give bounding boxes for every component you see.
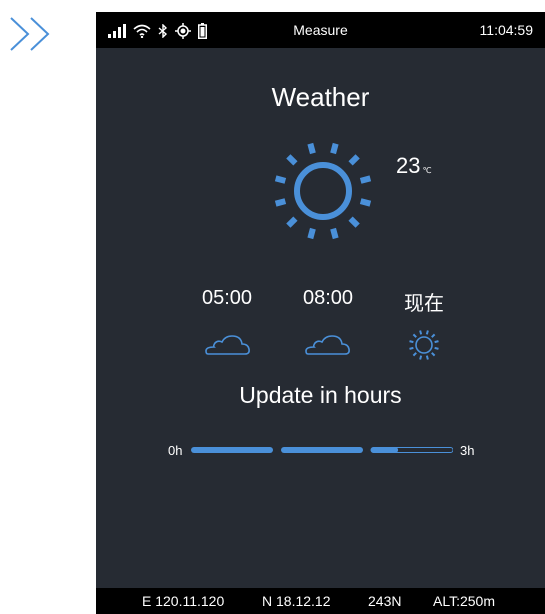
latitude-readout: N 18.12.12 — [262, 593, 331, 609]
progress-track — [191, 447, 453, 453]
sun-ray — [409, 346, 414, 350]
progress-end-label: 3h — [460, 443, 475, 458]
status-bar-time: 11:04:59 — [479, 22, 533, 38]
status-bar-title: Measure — [293, 22, 348, 38]
temperature-value: 23 — [396, 153, 421, 178]
sun-ray — [425, 355, 429, 360]
sun-ray — [307, 227, 316, 240]
sun-ray — [434, 340, 439, 344]
sun-icon — [409, 330, 439, 360]
longitude-readout: E 120.11.120 — [142, 593, 225, 609]
sun-ray — [307, 142, 316, 155]
sun-ray — [274, 175, 287, 184]
forecast-time-2: 现在 — [404, 293, 444, 315]
forecast-time-0: 05:00 — [201, 287, 253, 309]
device-screen: Measure 11:04:59 Weather 23 ℃ 05:00 08:00… — [96, 12, 545, 614]
cloud-icon — [205, 335, 250, 355]
sun-ray — [348, 216, 360, 228]
temperature-readout: 23 ℃ — [396, 153, 431, 179]
sun-ray — [419, 330, 423, 335]
progress-start-label: 0h — [168, 443, 183, 458]
sun-ray — [425, 330, 429, 335]
sun-ray — [412, 352, 417, 357]
forecast-time-1: 08:00 — [302, 287, 354, 309]
sun-ray — [419, 355, 423, 360]
sun-ray — [409, 340, 414, 344]
update-title: Update in hours — [239, 382, 402, 408]
double-chevron-right-icon — [10, 17, 50, 51]
coordinates-bar: E 120.11.120 N 18.12.12 243N ALT:250m — [96, 588, 545, 614]
sun-ray — [359, 198, 372, 207]
sun-ray — [348, 154, 360, 166]
sun-ray — [286, 154, 298, 166]
sun-ray — [434, 346, 439, 350]
page-title: Weather — [271, 82, 370, 112]
heading-readout: 243N — [368, 593, 402, 609]
sun-icon — [274, 142, 372, 240]
update-progress: 0h 3h — [96, 439, 545, 461]
sun-ray — [330, 142, 339, 155]
progress-segment-1 — [191, 447, 273, 453]
status-bar: Measure 11:04:59 — [96, 12, 545, 48]
temperature-unit: ℃ — [422, 166, 432, 175]
sun-ray — [359, 175, 372, 184]
sun-ray — [274, 198, 287, 207]
sun-ray — [412, 333, 417, 338]
cloud-icon — [305, 335, 350, 355]
sun-ray — [330, 227, 339, 240]
sun-ray — [431, 333, 436, 338]
progress-segment-2 — [281, 447, 363, 453]
sun-ray — [286, 216, 298, 228]
sun-ray — [431, 352, 436, 357]
progress-segment-3-fill — [371, 447, 399, 453]
altitude-readout: ALT:250m — [433, 593, 495, 609]
